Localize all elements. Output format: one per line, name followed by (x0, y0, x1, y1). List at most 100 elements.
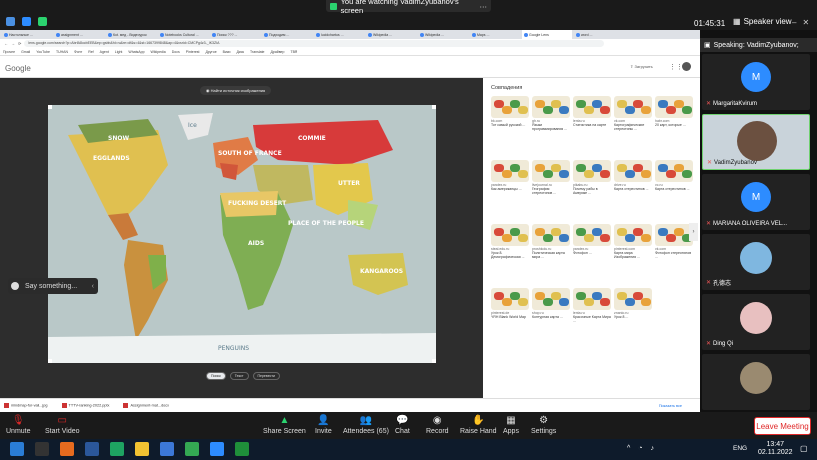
result-card[interactable]: gh.ru Языки программирования ... (532, 96, 570, 131)
collapse-icon[interactable]: ‹ (92, 283, 94, 290)
result-card[interactable]: bk.com Тот самый русский ... (491, 96, 529, 131)
result-card[interactable]: pikabu.ru Почему рабы в Америке ... (573, 160, 611, 195)
url-field[interactable]: lens.google.com/search?p=AbrfA8ocbEEB&ep… (24, 40, 605, 47)
result-title[interactable]: Как американцы ... (491, 187, 529, 195)
chat-button[interactable]: 💬 Chat (395, 415, 410, 435)
result-thumbnail[interactable] (614, 160, 652, 182)
result-title[interactable]: Красочные Карта Мира ... (573, 315, 611, 323)
participant-tile[interactable]: M ✕ MARIANA OLIVEIRA VEL... (702, 174, 810, 230)
result-thumbnail[interactable] (655, 96, 693, 118)
result-thumbnail[interactable] (655, 224, 693, 246)
result-thumbnail[interactable] (655, 160, 693, 182)
bookmark-item[interactable]: Другое (206, 50, 217, 54)
result-card[interactable]: pinterest.de YRH Blank World Map (491, 288, 529, 323)
apps-button[interactable]: ▦ Apps (503, 415, 519, 435)
result-thumbnail[interactable] (573, 288, 611, 310)
result-thumbnail[interactable] (573, 224, 611, 246)
result-card[interactable]: pinterest.com Карта мира Изображения ... (614, 224, 652, 259)
crop-handle[interactable] (432, 359, 436, 363)
browser-tab[interactable]: Коt. мед - Видеоурок (106, 30, 156, 39)
bookmark-item[interactable]: WhatsApp (128, 50, 144, 54)
bookmark-item[interactable]: Драйвер (271, 50, 285, 54)
chrome-icon[interactable] (185, 442, 199, 456)
language-indicator[interactable]: ENG (733, 445, 747, 452)
result-title[interactable]: Контурная карта ... (532, 315, 570, 323)
bookmark-item[interactable]: Вики (223, 50, 231, 54)
browser-tab[interactable]: Google Lens (522, 30, 572, 39)
result-card[interactable]: lenta.ru Красочные Карта Мира ... (573, 288, 611, 323)
excel-icon[interactable] (235, 442, 249, 456)
browser-tab[interactable]: Wikipedia ... (366, 30, 416, 39)
browser-tab[interactable]: assignment ... (54, 30, 104, 39)
view-button[interactable]: ▦ Speaker view (733, 17, 792, 26)
bookmark-item[interactable]: Ref (88, 50, 93, 54)
browser-tab[interactable]: Notebooks Cultural ... (158, 30, 208, 39)
record-button[interactable]: ◉ Record (426, 415, 449, 435)
result-title[interactable]: Картографические стереотипы ... (614, 123, 652, 131)
signal-icon[interactable] (38, 17, 47, 26)
browser-tab[interactable]: Настольные ... (2, 30, 52, 39)
download-item[interactable]: Assignment-mat...docx (123, 403, 169, 408)
apps-grid-icon[interactable]: ⋮⋮ (669, 63, 683, 71)
result-card[interactable]: drive.ru Карта стереотипов ... (614, 160, 652, 195)
result-thumbnail[interactable] (573, 96, 611, 118)
share-screen-button[interactable]: ▲ Share Screen (263, 415, 306, 435)
info-icon[interactable] (6, 17, 15, 26)
crop-handle[interactable] (432, 105, 436, 109)
bookmark-item[interactable]: Фонт (74, 50, 82, 54)
result-card[interactable]: znanio.ru Урок 8 ... (614, 288, 652, 323)
bookmark-item[interactable]: Agent (100, 50, 109, 54)
bookmark-item[interactable]: Translate (250, 50, 264, 54)
download-item[interactable]: mindmap-for-vali...jpg (4, 403, 48, 408)
show-all-downloads-link[interactable]: Показать все (659, 404, 682, 408)
result-title[interactable]: География стереотипов ... (532, 187, 570, 195)
result-card[interactable]: yandex.ru Как американцы ... (491, 160, 529, 195)
shield-icon[interactable] (22, 17, 31, 26)
world-map-image[interactable]: EGGLANDS SOUTH OF FRANCE FUCKING DESERT … (48, 105, 436, 363)
upload-button[interactable]: ⇪ Загрузить (630, 64, 653, 69)
result-title[interactable]: Фотофон стереотипов ... (655, 251, 693, 259)
participant-tile[interactable] (702, 354, 810, 410)
back-icon[interactable]: ← (4, 41, 8, 46)
participant-tile[interactable]: ✕ 孔德志 (702, 234, 810, 290)
start-video-button[interactable]: ▭ Start Video (45, 415, 80, 435)
zoom-icon[interactable] (210, 442, 224, 456)
folder-icon[interactable] (135, 442, 149, 456)
forward-icon[interactable]: → (11, 41, 15, 46)
result-title[interactable]: Карта стереотипов ... (655, 187, 693, 195)
invite-button[interactable]: 👤 Invite (315, 415, 332, 435)
result-card[interactable]: vk.com Фотофон стереотипов ... (655, 224, 693, 259)
result-thumbnail[interactable] (491, 96, 529, 118)
emoji-icon[interactable] (11, 282, 19, 290)
result-card[interactable]: livejournal.ru География стереотипов ... (532, 160, 570, 195)
raise-hand-button[interactable]: ✋ Raise Hand (460, 415, 497, 435)
collapse-arrow-icon[interactable]: › (689, 223, 698, 241)
minimize-icon[interactable]: – (792, 18, 796, 27)
bookmark-item[interactable]: Docs (172, 50, 180, 54)
browser-tab[interactable]: Wikipedia ... (418, 30, 468, 39)
result-thumbnail[interactable] (491, 288, 529, 310)
result-thumbnail[interactable] (614, 96, 652, 118)
firefox-icon[interactable] (60, 442, 74, 456)
chrome-icon[interactable] (110, 442, 124, 456)
result-thumbnail[interactable] (532, 160, 570, 182)
result-title[interactable]: Языки программирования ... (532, 123, 570, 131)
browser-tab[interactable]: Maps ... (470, 30, 520, 39)
search-icon[interactable] (35, 442, 49, 456)
crop-handle[interactable] (48, 105, 52, 109)
result-thumbnail[interactable] (491, 160, 529, 182)
result-title[interactable]: Фотофон ... (573, 251, 611, 259)
browser-tab[interactable]: word ... (574, 30, 624, 39)
pill-translate[interactable]: Перевести (252, 372, 280, 380)
find-source-button[interactable]: ◉ Найти источник изображения (200, 86, 272, 95)
bookmark-item[interactable]: Диск (236, 50, 244, 54)
browser-tab[interactable]: lucidchartus ... (314, 30, 364, 39)
result-title[interactable]: Карта стереотипов ... (614, 187, 652, 195)
bookmark-item[interactable]: TUHAN (56, 50, 68, 54)
say-something-box[interactable]: Say something... ‹ (8, 278, 98, 294)
bookmark-item[interactable]: Gmail (21, 50, 30, 54)
result-card[interactable]: shop.ru Контурная карта ... (532, 288, 570, 323)
result-card[interactable]: proshkolu.ru Политическая карта мира ... (532, 224, 570, 259)
result-thumbnail[interactable] (573, 160, 611, 182)
bookmark-item[interactable]: YouTube (36, 50, 50, 54)
